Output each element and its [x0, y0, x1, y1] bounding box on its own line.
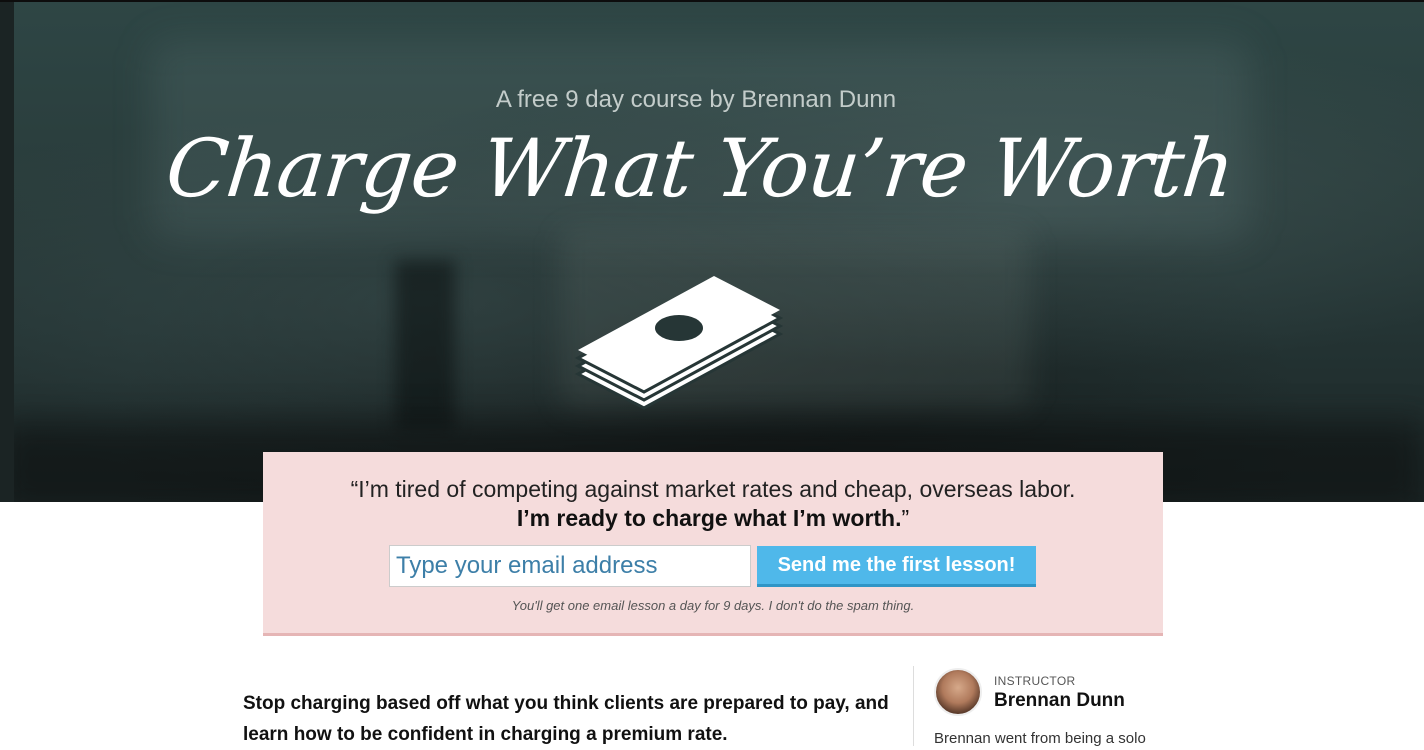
quote-line-1: “I’m tired of competing against market r…: [350, 476, 1076, 502]
instructor-avatar: [934, 668, 982, 716]
email-input[interactable]: [389, 545, 751, 587]
send-first-lesson-button[interactable]: Send me the first lesson!: [757, 546, 1036, 587]
top-border: [0, 0, 1424, 2]
hero-title: Charge What You’re Worth: [161, 122, 1239, 215]
signup-note: You'll get one email lesson a day for 9 …: [511, 598, 915, 613]
quote-line-2-end: ”: [901, 505, 910, 531]
hero-left-edge: [0, 0, 14, 502]
money-stack-icon: [574, 276, 784, 410]
hero-banner: A free 9 day course by Brennan Dunn Char…: [0, 0, 1424, 502]
hero-subtitle: A free 9 day course by Brennan Dunn: [495, 86, 897, 113]
quote-line-2-bold: I’m ready to charge what I’m worth.: [516, 505, 902, 531]
quote-line-2: I’m ready to charge what I’m worth.”: [263, 505, 1163, 532]
sidebar-divider: [913, 666, 914, 746]
hero-bg-lamp: [395, 260, 455, 430]
instructor-bio: Brennan went from being a solo: [934, 730, 1146, 747]
instructor-name: Brennan Dunn: [994, 690, 1125, 711]
intro-text: Stop charging based off what you think c…: [243, 693, 889, 745]
instructor-label: INSTRUCTOR: [994, 674, 1076, 688]
signup-box: “I’m tired of competing against market r…: [263, 452, 1163, 636]
